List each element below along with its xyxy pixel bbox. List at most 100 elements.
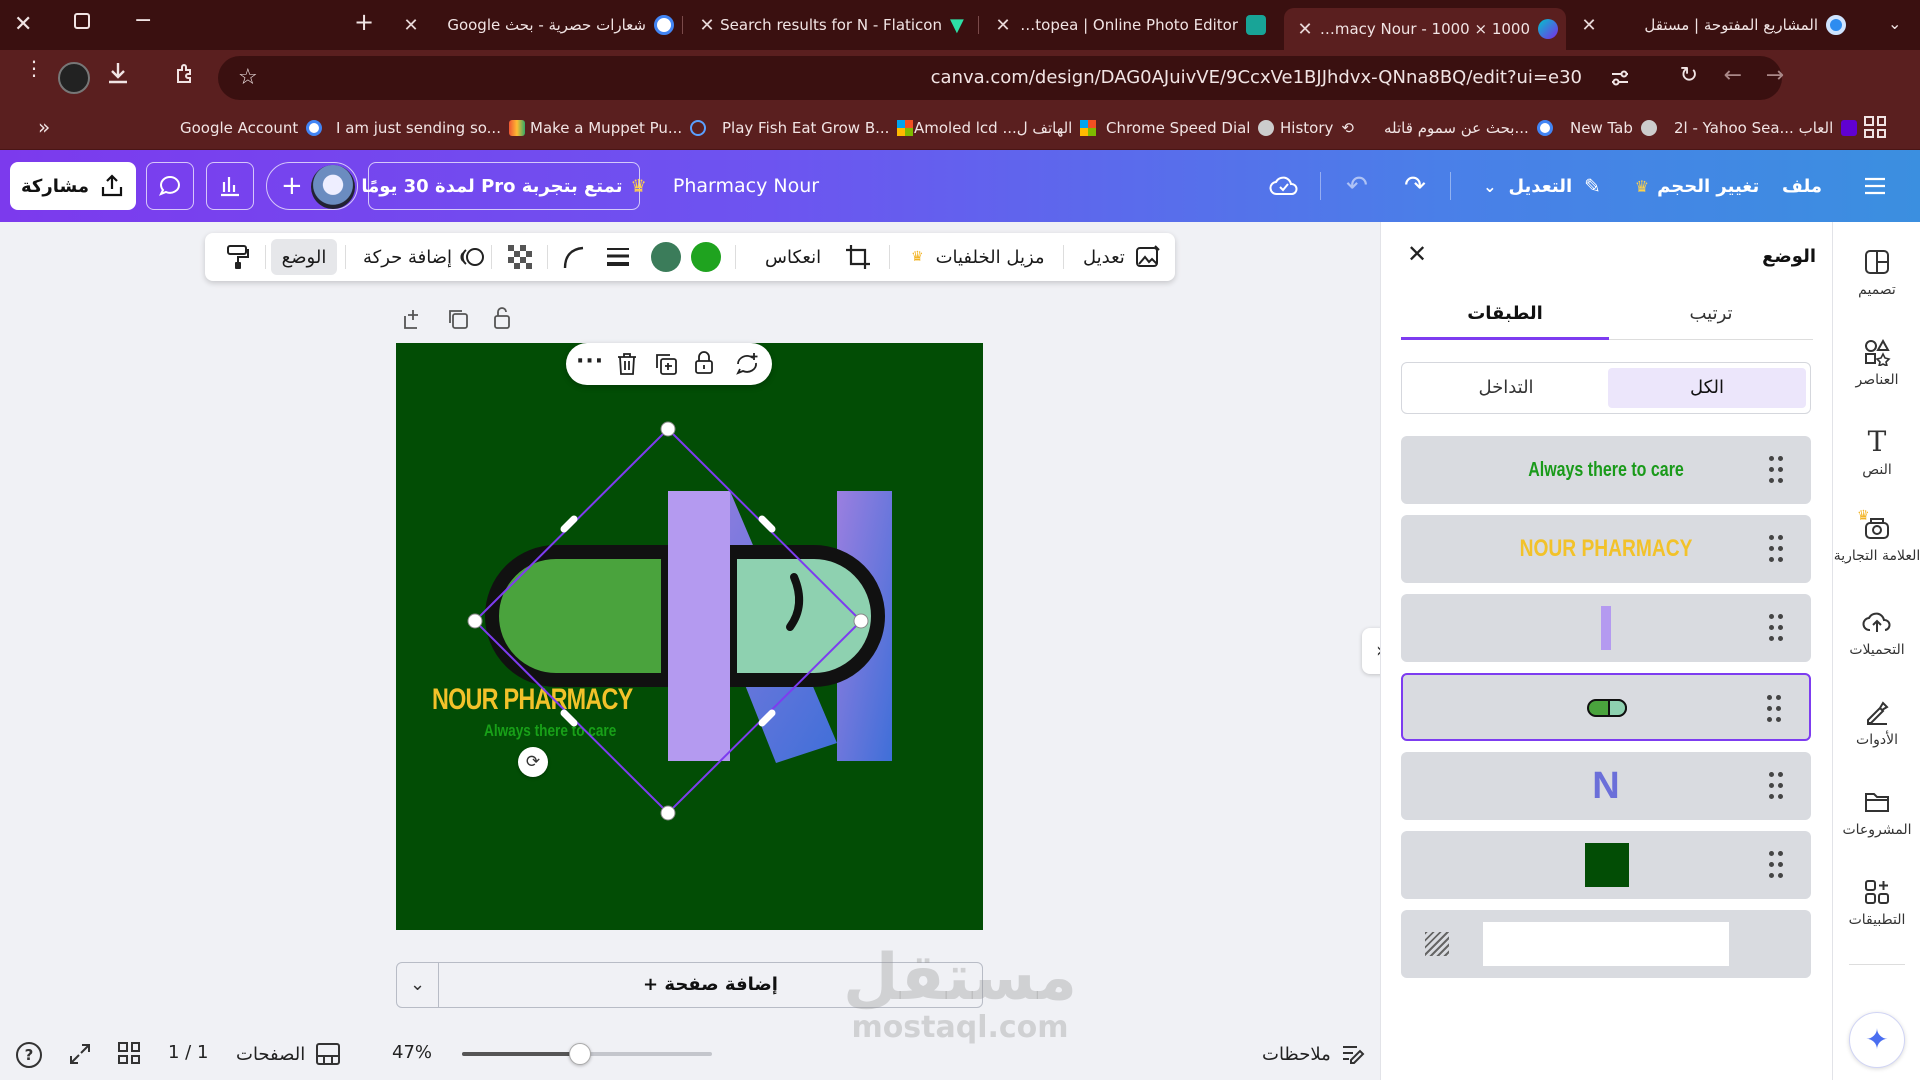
copy-style-icon[interactable] [225,233,251,281]
insights-button[interactable] [206,162,254,210]
bookmark-item[interactable]: History ⟲ [1280,116,1354,140]
pages-button[interactable]: الصفحات [236,1042,341,1066]
zoom-level[interactable]: 47% [392,1042,432,1063]
filter-overlap-button[interactable]: التداخل [1408,368,1604,408]
bookmark-item[interactable]: Amoled lcd ...الهاتف ل [914,116,1097,140]
layer-vertical-bar[interactable] [1401,594,1811,662]
tab-flaticon[interactable]: ✕ Search results for N - Flaticon ▼ [694,8,970,42]
duplicate-page-icon[interactable] [447,308,469,330]
rail-brand[interactable]: ♛ العلامة التجارية [1833,508,1920,564]
flip-button[interactable]: انعكاس [765,233,821,281]
notes-button[interactable]: ملاحظات [1262,1042,1365,1066]
share-button[interactable]: مشاركة [10,162,136,210]
layer-green-square[interactable] [1401,831,1811,899]
drag-handle-icon[interactable] [1769,535,1783,563]
drag-handle-icon[interactable] [1769,851,1783,879]
download-icon[interactable] [106,60,130,88]
edit-mode-dropdown[interactable]: ✎ التعديل ⌄ [1474,162,1610,210]
grid-view-icon[interactable] [118,1042,140,1064]
border-style-icon[interactable] [605,233,631,281]
forward-icon[interactable]: ← [1724,63,1742,88]
profile-avatar-icon[interactable] [58,62,90,94]
background-remover-button[interactable]: ♛ مزيل الخلفيات [911,233,1045,281]
rail-text[interactable]: T النص [1833,428,1920,479]
animate-button[interactable]: إضافة حركة [363,233,486,281]
url-text[interactable]: canva.com/design/DAG0AJuivVE/9CcxVe1BJJh… [931,56,1582,100]
restore-window-icon[interactable] [74,13,90,29]
tab-photopea[interactable]: ✕ Photopea | Online Photo Editor [990,8,1266,42]
rail-apps[interactable]: التطبيقات [1833,878,1920,928]
hamburger-menu-icon[interactable] [1852,162,1898,210]
bookmark-star-icon[interactable]: ☆ [238,65,258,90]
comments-button[interactable] [146,162,194,210]
rail-projects[interactable]: المشروعات [1833,788,1920,838]
layer-tagline[interactable]: Always there to care [1401,436,1811,504]
bookmark-item[interactable]: New Tab [1570,116,1657,140]
layer-background[interactable] [1401,910,1811,978]
rail-design[interactable]: تصميم [1833,248,1920,298]
more-options-icon[interactable]: ··· [576,349,604,374]
minimize-window-icon[interactable]: − [134,8,152,33]
collaborators-button[interactable]: + [266,162,358,210]
zoom-slider[interactable] [462,1043,712,1065]
site-settings-icon[interactable] [1608,66,1632,90]
redo-icon[interactable]: ↷ [1392,162,1438,210]
bookmark-item[interactable]: Play Fish Eat Grow B... [722,116,914,140]
bookmark-item[interactable]: بحث عن سموم قاتله... [1384,116,1553,140]
color-swatch-secondary[interactable] [651,233,681,281]
duplicate-icon[interactable] [654,352,678,376]
close-window-icon[interactable]: ✕ [14,12,32,37]
zoom-slider-thumb[interactable] [568,1043,591,1065]
tab-canva-active[interactable]: ✕ Pharmacy Nour - 1000 × 1000 ... [1284,8,1566,50]
add-comment-icon[interactable] [734,351,760,377]
back-icon[interactable]: → [1766,63,1784,88]
drag-handle-icon[interactable] [1769,614,1783,642]
bookmark-item[interactable]: Google Account [180,116,323,140]
tab-close-icon[interactable]: ✕ [1576,15,1602,36]
drag-handle-icon[interactable] [1767,695,1781,723]
transparency-icon[interactable] [507,233,533,281]
resize-button[interactable]: تغيير الحجم ♛ [1630,162,1764,210]
new-tab-icon[interactable]: + [354,8,374,36]
drag-handle-icon[interactable] [1769,772,1783,800]
filter-all-button[interactable]: الكل [1608,368,1806,408]
close-panel-icon[interactable]: ✕ [1407,240,1427,268]
address-bar[interactable]: ☆ canva.com/design/DAG0AJuivVE/9CcxVe1BJ… [218,56,1784,100]
crop-icon[interactable] [845,233,871,281]
selection-frame[interactable] [396,343,983,930]
tab-close-icon[interactable]: ✕ [990,15,1016,36]
help-icon[interactable]: ? [16,1042,42,1068]
lock-icon[interactable] [694,351,714,375]
rail-elements[interactable]: العناصر [1833,338,1920,388]
position-button[interactable]: الوضع [271,239,337,275]
extensions-icon[interactable] [174,62,198,86]
layer-letter-n[interactable]: N [1401,752,1811,820]
bookmark-item[interactable]: Make a Muppet Pu... [530,116,707,140]
tab-close-icon[interactable]: ✕ [398,15,424,36]
rail-uploads[interactable]: التحميلات [1833,608,1920,658]
rail-tools[interactable]: الأدوات [1833,698,1920,748]
layer-capsule-selected[interactable] [1401,673,1811,741]
bookmarks-overflow-icon[interactable]: » [38,115,50,139]
bookmark-item[interactable]: I am just sending so... [336,116,525,140]
lock-page-icon[interactable] [492,306,512,330]
tab-mostaql[interactable]: ✕ المشاريع المفتوحة | مستقل [1576,8,1846,42]
tab-layers[interactable]: الطبقات [1401,292,1609,340]
save-status-cloud-icon[interactable] [1262,162,1306,210]
tab-close-icon[interactable]: ✕ [694,15,720,36]
fullscreen-icon[interactable] [68,1042,92,1066]
add-note-icon[interactable] [402,308,424,330]
tab-search-chevron-icon[interactable]: ⌄ [1888,14,1901,33]
tab-google-search[interactable]: ✕ شعارات حصرية - بحث Google [398,8,674,42]
tab-arrange[interactable]: ترتيب [1609,292,1813,340]
color-swatch-primary[interactable] [691,233,721,281]
bookmark-item[interactable]: 2l - Yahoo Sea... العاب [1674,116,1858,140]
design-canvas[interactable]: NOUR PHARMACY Always there to care ⟳ ··· [396,343,983,930]
layer-title[interactable]: NOUR PHARMACY [1401,515,1811,583]
document-title[interactable]: Pharmacy Nour [666,162,826,210]
all-bookmarks-icon[interactable] [1864,116,1886,138]
edit-image-button[interactable]: تعديل [1083,233,1161,281]
undo-icon[interactable]: ↶ [1334,162,1380,210]
browser-menu-icon[interactable]: ⋮ [24,58,44,78]
file-menu[interactable]: ملف [1780,162,1824,210]
